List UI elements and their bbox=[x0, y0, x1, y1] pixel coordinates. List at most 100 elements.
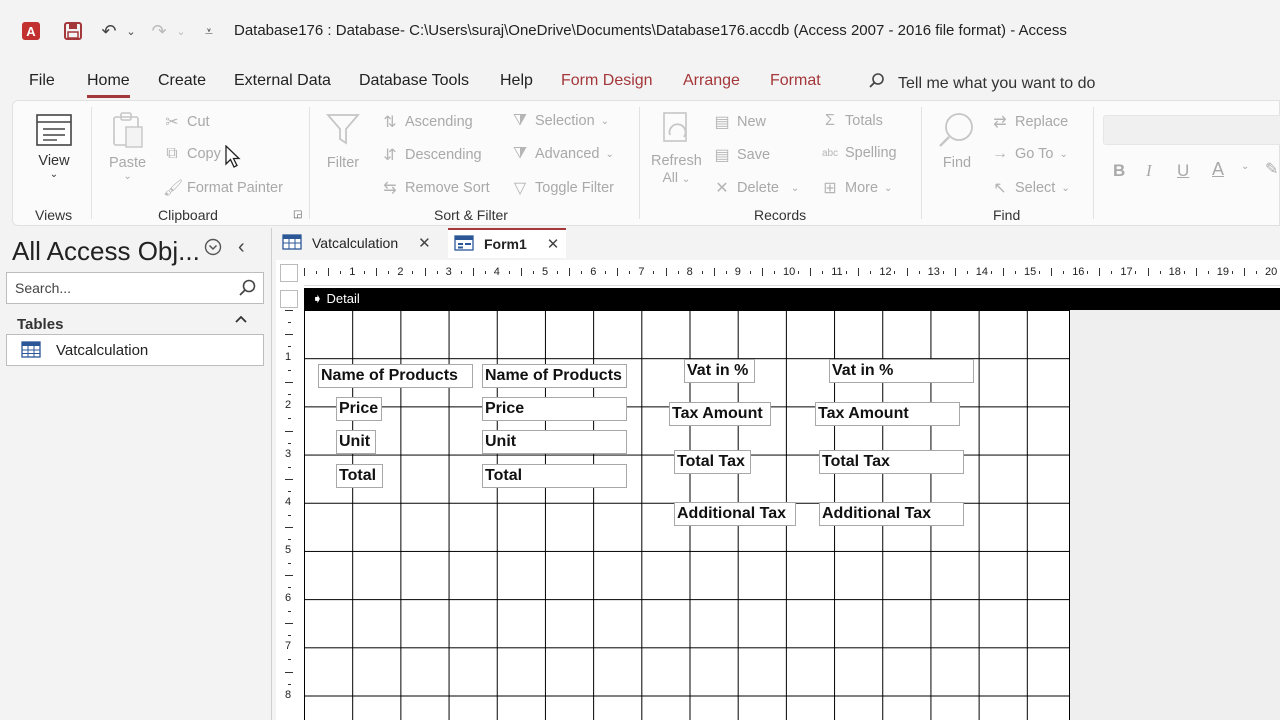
label-unit[interactable]: Unit bbox=[336, 430, 376, 454]
textbox-unit[interactable]: Unit bbox=[482, 430, 627, 454]
customize-quick-access-icon[interactable]: ⩡ bbox=[196, 18, 222, 44]
goto-button[interactable]: → Go To ⌄ bbox=[991, 145, 1068, 163]
tab-help[interactable]: Help bbox=[500, 72, 533, 90]
ascending-button[interactable]: ⇅ Ascending bbox=[381, 112, 472, 132]
tab-form-design[interactable]: Form Design bbox=[561, 72, 653, 90]
ruler-tick bbox=[1014, 271, 1016, 274]
doc-tab-vatcalculation[interactable]: Vatcalculation ✕ bbox=[282, 228, 446, 258]
separator bbox=[639, 107, 640, 219]
textbox-tax-amount[interactable]: Tax Amount bbox=[815, 402, 960, 426]
access-app-icon[interactable]: A bbox=[18, 18, 44, 44]
section-selector[interactable] bbox=[280, 290, 298, 308]
textbox-total-tax[interactable]: Total Tax bbox=[819, 450, 964, 474]
dialog-launcher-icon[interactable]: ◲ bbox=[293, 209, 302, 220]
ruler-tick bbox=[1255, 271, 1257, 274]
textbox-vat-percent[interactable]: Vat in % bbox=[829, 359, 974, 383]
doc-tab-form1[interactable]: Form1 ✕ bbox=[448, 228, 566, 258]
tab-home[interactable]: Home bbox=[87, 72, 130, 98]
chevron-down-icon: ⌄ bbox=[884, 182, 893, 194]
detail-section-bar[interactable]: ➧ Detail bbox=[304, 288, 1280, 310]
bold-button[interactable]: B bbox=[1113, 161, 1125, 181]
replace-button[interactable]: ⇄ Replace bbox=[991, 112, 1068, 132]
close-icon[interactable]: ✕ bbox=[418, 234, 431, 252]
font-name-box[interactable] bbox=[1103, 115, 1280, 145]
ruler-number: 4 bbox=[493, 266, 500, 278]
ruler-tick bbox=[725, 271, 727, 274]
label-additional-tax[interactable]: Additional Tax bbox=[674, 502, 796, 526]
nav-pane-title[interactable]: All Access Obj... bbox=[12, 236, 200, 267]
tab-database-tools[interactable]: Database Tools bbox=[359, 72, 469, 90]
nav-menu-dropdown-icon[interactable] bbox=[204, 238, 222, 261]
delete-record-button[interactable]: ✕ Delete ⌄ bbox=[713, 178, 799, 198]
format-painter-button[interactable]: 🖌 Format Painter bbox=[163, 178, 283, 198]
filter-button[interactable]: Filter bbox=[325, 111, 361, 171]
spelling-button[interactable]: abc Spelling bbox=[821, 145, 897, 161]
label-name-of-products[interactable]: Name of Products bbox=[318, 364, 473, 388]
label-total[interactable]: Total bbox=[336, 464, 383, 488]
collapse-pane-icon[interactable]: ‹ bbox=[238, 236, 245, 259]
label-price[interactable]: Price bbox=[336, 397, 382, 421]
tab-format[interactable]: Format bbox=[770, 72, 821, 90]
ruler-tick bbox=[1147, 268, 1149, 276]
highlight-icon[interactable]: ✎ bbox=[1265, 159, 1278, 179]
remove-sort-button[interactable]: ⇆ Remove Sort bbox=[381, 178, 489, 198]
find-button[interactable]: Find bbox=[937, 111, 977, 171]
close-icon[interactable]: ✕ bbox=[547, 235, 560, 253]
paste-icon bbox=[112, 112, 143, 148]
tab-create[interactable]: Create bbox=[158, 72, 206, 90]
ruler-tick bbox=[894, 271, 896, 274]
undo-dropdown-icon[interactable]: ⌄ bbox=[118, 18, 144, 44]
font-color-button[interactable]: A bbox=[1212, 159, 1224, 180]
paste-button[interactable]: Paste ⌄ bbox=[109, 111, 146, 182]
refresh-all-button[interactable]: Refresh All ⌄ bbox=[651, 111, 702, 185]
save-icon[interactable] bbox=[60, 18, 86, 44]
selection-filter-icon: ⧩ bbox=[512, 112, 528, 129]
save-record-button[interactable]: ▤ Save bbox=[713, 145, 770, 165]
more-button[interactable]: ⊞ More ⌄ bbox=[821, 178, 892, 198]
label-vat-percent[interactable]: Vat in % bbox=[684, 359, 755, 383]
chevron-down-icon[interactable]: ⌄ bbox=[1241, 161, 1249, 172]
select-button[interactable]: ↖ Select ⌄ bbox=[991, 178, 1069, 198]
form-selector[interactable] bbox=[280, 264, 298, 282]
view-icon bbox=[36, 114, 72, 146]
nav-search-input[interactable]: Search... bbox=[6, 272, 264, 304]
table-icon bbox=[21, 341, 41, 363]
ruler-tick bbox=[798, 271, 800, 274]
tables-section-header[interactable]: Tables bbox=[6, 312, 264, 336]
tell-me-box[interactable]: Tell me what you want to do bbox=[868, 72, 1095, 95]
tab-file[interactable]: File bbox=[29, 72, 55, 90]
ribbon-tabs: File Home Create External Data Database … bbox=[0, 62, 1280, 100]
tab-arrange[interactable]: Arrange bbox=[683, 72, 740, 90]
cut-button[interactable]: ✂ Cut bbox=[163, 112, 209, 132]
new-record-button[interactable]: ▤ New bbox=[713, 112, 766, 132]
totals-button[interactable]: Σ Totals bbox=[821, 112, 883, 130]
ruler-tick bbox=[288, 635, 291, 637]
label-total-tax[interactable]: Total Tax bbox=[674, 450, 751, 474]
chevron-up-icon[interactable] bbox=[234, 312, 248, 329]
copy-button[interactable]: ⧉ Copy bbox=[163, 145, 221, 163]
ruler-tick bbox=[285, 478, 293, 480]
ruler-tick bbox=[288, 683, 291, 685]
underline-button[interactable]: U bbox=[1177, 161, 1189, 181]
redo-dropdown-icon[interactable]: ⌄ bbox=[168, 18, 194, 44]
tab-external-data[interactable]: External Data bbox=[234, 72, 331, 90]
textbox-total[interactable]: Total bbox=[482, 464, 627, 488]
toggle-filter-button[interactable]: ▽ Toggle Filter bbox=[511, 178, 614, 198]
search-icon[interactable] bbox=[237, 278, 257, 301]
filter-icon bbox=[326, 114, 360, 145]
textbox-additional-tax[interactable]: Additional Tax bbox=[819, 502, 964, 526]
remove-sort-icon: ⇆ bbox=[383, 180, 397, 197]
italic-button[interactable]: I bbox=[1146, 161, 1152, 181]
ruler-tick bbox=[1051, 268, 1053, 276]
descending-button[interactable]: ⇵ Descending bbox=[381, 145, 481, 165]
ruler-number: 2 bbox=[397, 266, 404, 278]
label-tax-amount[interactable]: Tax Amount bbox=[669, 402, 771, 426]
nav-item-vatcalculation[interactable]: Vatcalculation bbox=[6, 334, 264, 366]
group-label-find: Find bbox=[993, 207, 1021, 223]
advanced-button[interactable]: ⧩ Advanced ⌄ bbox=[511, 145, 614, 163]
view-button[interactable]: View ⌄ bbox=[35, 113, 73, 180]
selection-button[interactable]: ⧩ Selection ⌄ bbox=[511, 112, 609, 130]
textbox-price[interactable]: Price bbox=[482, 397, 627, 421]
ruler-tick bbox=[288, 611, 291, 613]
textbox-name-of-products[interactable]: Name of Products bbox=[482, 364, 627, 388]
